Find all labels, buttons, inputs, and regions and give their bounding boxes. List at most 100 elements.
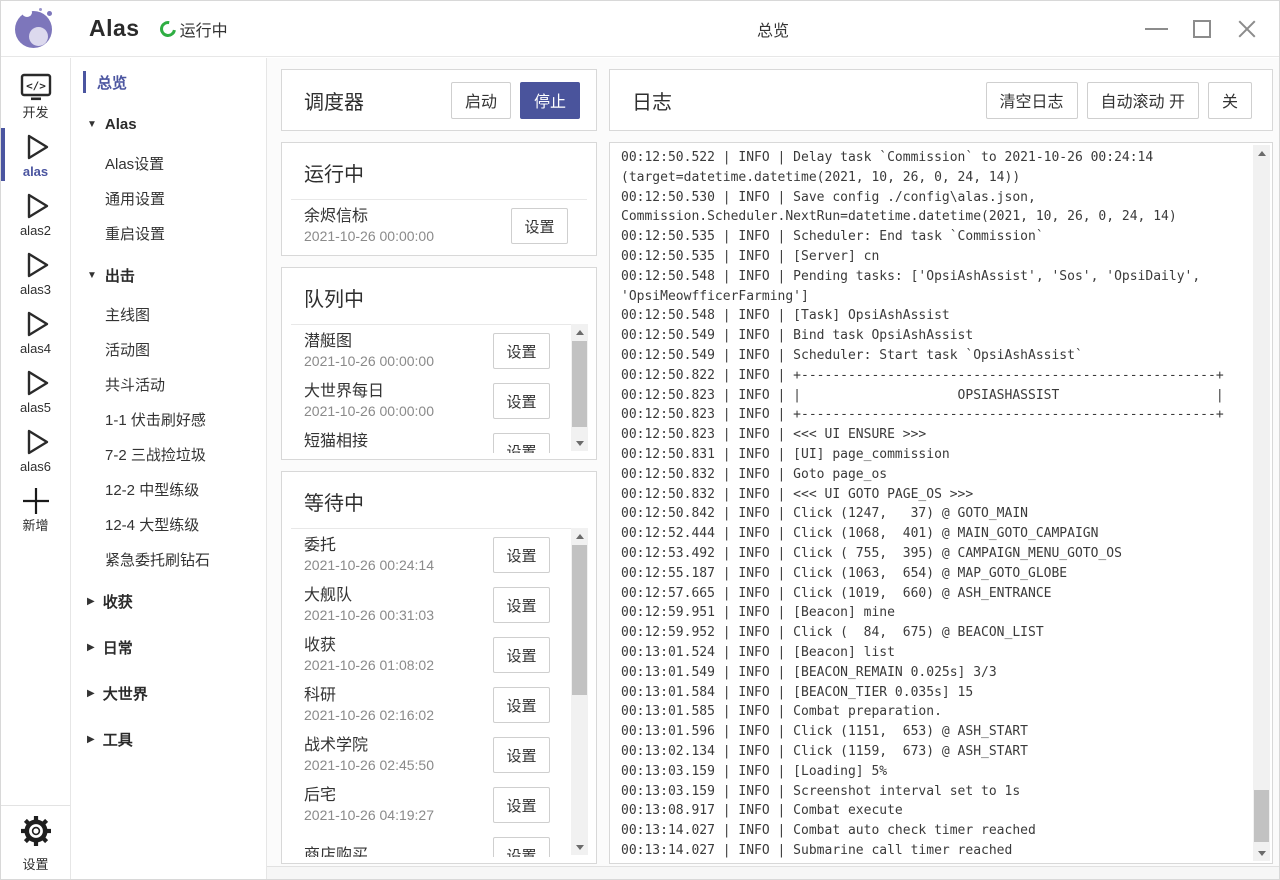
close-button[interactable] — [1224, 1, 1269, 57]
scroll-down-icon[interactable] — [1253, 845, 1270, 861]
task-row: 科研2021-10-26 02:16:02设置 — [304, 680, 596, 730]
rail-item-新增[interactable]: 新增 — [1, 479, 70, 538]
task-settings-button[interactable]: 设置 — [493, 837, 550, 857]
chevron-right-icon: ▶ — [87, 642, 95, 653]
alas-logo-icon — [13, 8, 55, 50]
menu-item-label: 通用设置 — [105, 188, 165, 209]
log-scrollbar[interactable] — [1253, 145, 1270, 861]
pending-task-list[interactable]: 潜艇图2021-10-26 00:00:00设置大世界每日2021-10-26 … — [282, 322, 596, 453]
menu-item-label: 主线图 — [105, 304, 150, 325]
rail-item-label: alas6 — [20, 459, 51, 475]
rail-item-alas5[interactable]: alas5 — [1, 361, 70, 420]
menu-item-12-2 中型练级[interactable]: 12-2 中型练级 — [71, 472, 266, 507]
menu-item-共斗活动[interactable]: 共斗活动 — [71, 367, 266, 402]
menu-item-重启设置[interactable]: 重启设置 — [71, 216, 266, 251]
task-settings-button[interactable]: 设置 — [493, 433, 550, 453]
menu-group-label: 日常 — [103, 637, 133, 658]
scrollbar-thumb[interactable] — [572, 545, 587, 695]
task-info: 科研2021-10-26 02:16:02 — [304, 685, 493, 725]
scroll-down-icon[interactable] — [571, 435, 588, 451]
task-settings-button[interactable]: 设置 — [493, 737, 550, 773]
menu-item-总览[interactable]: 总览 — [71, 64, 266, 100]
scrollbar-thumb[interactable] — [572, 341, 587, 427]
menu-group-大世界[interactable]: ▶大世界 — [71, 671, 266, 715]
task-info: 战术学院2021-10-26 02:45:50 — [304, 735, 493, 775]
menu-item-1-1 伏击刷好感[interactable]: 1-1 伏击刷好感 — [71, 402, 266, 437]
task-name: 收获 — [304, 635, 493, 656]
task-name: 委托 — [304, 535, 493, 556]
menu-item-label: 重启设置 — [105, 223, 165, 244]
minimize-button[interactable] — [1134, 1, 1179, 57]
log-content: 00:12:50.522 | INFO | Delay task `Commis… — [621, 148, 1246, 861]
task-info: 潜艇图2021-10-26 00:00:00 — [304, 331, 493, 371]
task-time: 2021-10-26 00:00:00 — [304, 352, 493, 371]
rail-item-alas3[interactable]: alas3 — [1, 243, 70, 302]
task-settings-button[interactable]: 设置 — [493, 537, 550, 573]
bottom-strip — [267, 866, 1279, 879]
minimize-icon — [1145, 28, 1168, 30]
clear-log-button[interactable]: 清空日志 — [986, 82, 1078, 119]
task-settings-button[interactable]: 设置 — [511, 208, 568, 244]
scroll-up-icon[interactable] — [571, 324, 588, 340]
app-title: Alas — [89, 15, 140, 42]
task-settings-button[interactable]: 设置 — [493, 383, 550, 419]
menu-item-紧急委托刷钻石[interactable]: 紧急委托刷钻石 — [71, 542, 266, 577]
waiting-task-list[interactable]: 委托2021-10-26 00:24:14设置大舰队2021-10-26 00:… — [282, 526, 596, 857]
task-settings-button[interactable]: 设置 — [493, 587, 550, 623]
menu-item-通用设置[interactable]: 通用设置 — [71, 181, 266, 216]
rail-item-settings[interactable]: 设置 — [1, 805, 70, 879]
task-name: 大舰队 — [304, 585, 493, 606]
task-time: 2021-10-26 00:00:00 — [304, 452, 493, 453]
rail-item-alas4[interactable]: alas4 — [1, 302, 70, 361]
chevron-right-icon: ▶ — [87, 688, 95, 699]
menu-item-label: 共斗活动 — [105, 374, 165, 395]
menu-item-Alas设置[interactable]: Alas设置 — [71, 146, 266, 181]
running-panel: 运行中 余烬信标2021-10-26 00:00:00设置 — [281, 142, 597, 256]
menu-group-Alas[interactable]: ▼Alas — [71, 102, 266, 146]
rail-spacer — [1, 538, 70, 805]
pending-scrollbar[interactable] — [571, 324, 588, 451]
scrollbar-thumb[interactable] — [1254, 790, 1269, 842]
maximize-button[interactable] — [1179, 1, 1224, 57]
scroll-down-icon[interactable] — [571, 839, 588, 855]
close-icon — [1237, 19, 1257, 39]
menu-item-活动图[interactable]: 活动图 — [71, 332, 266, 367]
task-time: 2021-10-26 02:45:50 — [304, 756, 493, 775]
rail-item-开发[interactable]: </>开发 — [1, 66, 70, 125]
start-button[interactable]: 启动 — [451, 82, 511, 119]
task-row: 收获2021-10-26 01:08:02设置 — [304, 630, 596, 680]
menu-group-工具[interactable]: ▶工具 — [71, 717, 266, 761]
rail-item-label: alas5 — [20, 400, 51, 416]
menu-group-日常[interactable]: ▶ 日常 — [71, 625, 266, 669]
task-time: 2021-10-26 02:16:02 — [304, 706, 493, 725]
dev-icon: </> — [19, 71, 53, 105]
log-scroll-area[interactable]: 00:12:50.522 | INFO | Delay task `Commis… — [610, 143, 1272, 863]
autoscroll-toggle-button[interactable]: 自动滚动 开 — [1087, 82, 1199, 119]
task-info: 后宅2021-10-26 04:19:27 — [304, 785, 493, 825]
waiting-panel: 等待中 委托2021-10-26 00:24:14设置大舰队2021-10-26… — [281, 471, 597, 864]
waiting-scrollbar[interactable] — [571, 528, 588, 855]
task-info: 余烬信标2021-10-26 00:00:00 — [304, 206, 511, 246]
task-settings-button[interactable]: 设置 — [493, 333, 550, 369]
task-time: 2021-10-26 00:24:14 — [304, 556, 493, 575]
scroll-up-icon[interactable] — [571, 528, 588, 544]
rail-item-alas[interactable]: alas — [1, 125, 70, 184]
scheduler-title: 调度器 — [304, 86, 364, 115]
autoscroll-off-button[interactable]: 关 — [1208, 82, 1252, 119]
scroll-up-icon[interactable] — [1253, 145, 1270, 161]
menu-group-出击[interactable]: ▼出击 — [71, 253, 266, 297]
menu-item-12-4 大型练级[interactable]: 12-4 大型练级 — [71, 507, 266, 542]
task-settings-button[interactable]: 设置 — [493, 687, 550, 723]
menu-group-收获[interactable]: ▶收获 — [71, 579, 266, 623]
task-settings-button[interactable]: 设置 — [493, 787, 550, 823]
chevron-down-icon: ▼ — [87, 270, 97, 281]
task-settings-button[interactable]: 设置 — [493, 637, 550, 673]
app-window: Alas 运行中 总览 </>开发alasalas2alas3alas4alas… — [0, 0, 1280, 880]
menu-item-主线图[interactable]: 主线图 — [71, 297, 266, 332]
stop-button[interactable]: 停止 — [520, 82, 580, 119]
menu-item-label: 1-1 伏击刷好感 — [105, 409, 206, 430]
log-body-panel: 00:12:50.522 | INFO | Delay task `Commis… — [609, 142, 1273, 864]
rail-item-alas6[interactable]: alas6 — [1, 420, 70, 479]
menu-item-7-2 三战捡垃圾[interactable]: 7-2 三战捡垃圾 — [71, 437, 266, 472]
rail-item-alas2[interactable]: alas2 — [1, 184, 70, 243]
